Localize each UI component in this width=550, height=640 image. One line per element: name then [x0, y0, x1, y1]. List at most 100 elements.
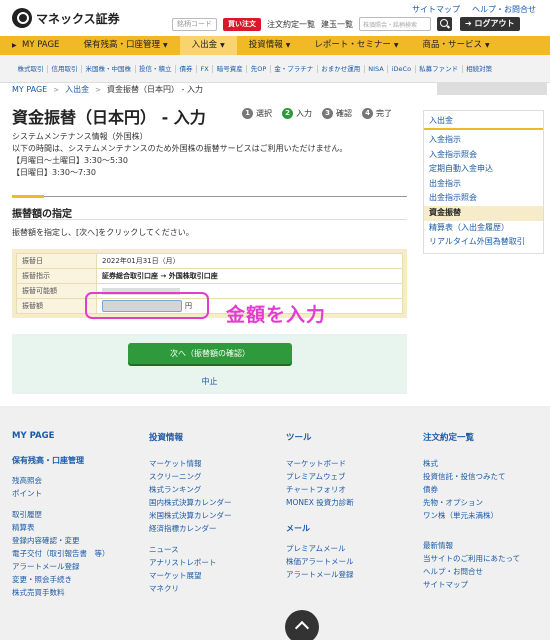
- breadcrumb-mypage[interactable]: MY PAGE: [12, 85, 47, 94]
- side-item-deposit-inquiry[interactable]: 入金指示照会: [429, 148, 538, 163]
- subnav-item[interactable]: 金・プラチナ: [271, 64, 318, 73]
- nav-item-investment-info[interactable]: 投資情報 ▼: [237, 36, 303, 55]
- footer-link[interactable]: プレミアムメール: [286, 542, 354, 555]
- side-item-deposit-order[interactable]: 入金指示: [429, 133, 538, 148]
- subnav-item[interactable]: 先OP: [247, 64, 271, 73]
- step-4: 4 完了: [362, 108, 392, 119]
- footer-link[interactable]: 株式: [423, 457, 520, 470]
- footer-heading[interactable]: MY PAGE: [12, 431, 110, 441]
- footer-link[interactable]: ポイント: [12, 487, 110, 500]
- code-input[interactable]: 銘柄コード: [172, 17, 217, 31]
- subnav-item[interactable]: 信用取引: [48, 64, 82, 73]
- footer-link[interactable]: 投資信託・投信つみたて: [423, 470, 520, 483]
- footer-link[interactable]: 経済指標カレンダー: [149, 522, 232, 535]
- footer-link[interactable]: 残高照会: [12, 474, 110, 487]
- footer-link[interactable]: プレミアムウェブ: [286, 470, 354, 483]
- side-item-fx-trade[interactable]: リアルタイム外国為替取引: [429, 235, 538, 250]
- nav-item-deposit[interactable]: 入出金 ▼: [179, 36, 237, 55]
- footer-link[interactable]: 電子交付（取引報告書 等）: [12, 547, 110, 560]
- sitemap-link[interactable]: サイトマップ: [412, 4, 460, 15]
- scroll-top-icon[interactable]: [285, 610, 319, 640]
- footer-link[interactable]: ヘルプ・お問合せ: [423, 565, 520, 578]
- footer-heading[interactable]: ツール: [286, 431, 354, 443]
- subnav-item[interactable]: 私募ファンド: [416, 64, 463, 73]
- help-link[interactable]: ヘルプ・お問合せ: [472, 4, 536, 15]
- side-item-transfer[interactable]: 資金振替: [424, 205, 543, 221]
- footer-heading[interactable]: 注文約定一覧: [423, 431, 520, 443]
- footer-link[interactable]: 債券: [423, 483, 520, 496]
- footer-col-mypage: MY PAGE 保有残高・口座管理 残高照会 ポイント 取引履歴 精算表 登録内…: [12, 431, 110, 599]
- footer-link[interactable]: 国内株式決算カレンダー: [149, 496, 232, 509]
- side-item-withdraw-inquiry[interactable]: 出金指示照会: [429, 191, 538, 206]
- next-button[interactable]: 次へ（振替額の確認）: [128, 343, 292, 364]
- table-row: 振替可能額: [16, 283, 403, 299]
- subnav-item[interactable]: 投信・積立: [136, 64, 176, 73]
- subnav-item[interactable]: おまかせ運用: [318, 64, 365, 73]
- step-2: 2 入力: [282, 108, 312, 119]
- side-item-statement[interactable]: 精算表（入出金履歴）: [429, 221, 538, 236]
- logo-icon: [12, 8, 32, 28]
- footer-link[interactable]: アラートメール登録: [12, 560, 110, 573]
- footer-link[interactable]: マーケット展望: [149, 569, 232, 582]
- nav-label: レポート・セミナー: [314, 40, 391, 50]
- footer-heading[interactable]: 投資情報: [149, 431, 232, 443]
- side-item-withdraw-order[interactable]: 出金指示: [429, 177, 538, 192]
- subnav-item[interactable]: 暗号資産: [213, 64, 248, 73]
- footer-subheading[interactable]: メール: [286, 523, 354, 534]
- footer-link[interactable]: ワン株（単元未満株）: [423, 509, 520, 522]
- footer-link[interactable]: マーケット情報: [149, 457, 232, 470]
- footer-link[interactable]: マネクリ: [149, 582, 232, 595]
- footer-link[interactable]: 精算表: [12, 521, 110, 534]
- step-number: 3: [322, 108, 333, 119]
- side-menu: 入出金 入金指示 入金指示照会 定期自動入金申込 出金指示 出金指示照会 資金振…: [423, 110, 544, 254]
- footer-link[interactable]: MONEX 投資力診断: [286, 496, 354, 509]
- footer-link[interactable]: スクリーニング: [149, 470, 232, 483]
- logout-button[interactable]: ➔ ログアウト: [460, 17, 520, 31]
- subnav-item[interactable]: 株式取引: [14, 64, 48, 73]
- caret-down-icon: ▼: [285, 42, 291, 49]
- subnav-item[interactable]: 債券: [176, 64, 197, 73]
- monex-logo[interactable]: マネックス証券: [12, 8, 120, 28]
- footer-link[interactable]: 株式ランキング: [149, 483, 232, 496]
- footer-link[interactable]: サイトマップ: [423, 578, 520, 591]
- buy-order-button[interactable]: 買い注文: [223, 17, 261, 31]
- subnav-item[interactable]: iDeCo: [388, 64, 416, 73]
- notice-hours-weekday: 【月曜日～土曜日】3:30～5:30: [12, 156, 128, 165]
- footer-link[interactable]: 最新情報: [423, 539, 520, 552]
- footer-link[interactable]: チャートフォリオ: [286, 483, 354, 496]
- subnav-item[interactable]: FX: [197, 64, 214, 73]
- footer-subheading[interactable]: 保有残高・口座管理: [12, 455, 110, 466]
- footer-link[interactable]: ニュース: [149, 543, 232, 556]
- footer-link[interactable]: 株価アラートメール: [286, 555, 354, 568]
- footer-link[interactable]: アナリストレポート: [149, 556, 232, 569]
- footer-link[interactable]: 米国株式決算カレンダー: [149, 509, 232, 522]
- date-value: 2022年01月31日（月）: [96, 253, 403, 269]
- footer-link[interactable]: 株式売買手数料: [12, 586, 110, 599]
- product-subnav: 株式取引 信用取引 米国株・中国株 投信・積立 債券 FX 暗号資産 先OP 金…: [0, 55, 550, 83]
- footer-link[interactable]: 登録内容確認・変更: [12, 534, 110, 547]
- breadcrumb-deposit[interactable]: 入出金: [65, 84, 89, 95]
- search-input[interactable]: 株価照会・銘柄検索: [359, 17, 431, 31]
- side-menu-head[interactable]: 入出金: [424, 111, 543, 130]
- direction-label: 振替指示: [16, 268, 97, 284]
- positions-link[interactable]: 建玉一覧: [321, 19, 353, 30]
- footer-link[interactable]: 先物・オプション: [423, 496, 520, 509]
- subnav-item[interactable]: 米国株・中国株: [82, 64, 136, 73]
- nav-item-reports[interactable]: レポート・セミナー ▼: [302, 36, 410, 55]
- nav-item-products[interactable]: 商品・サービス ▼: [411, 36, 502, 55]
- footer-link[interactable]: アラートメール登録: [286, 568, 354, 581]
- side-item-auto-deposit[interactable]: 定期自動入金申込: [429, 162, 538, 177]
- search-icon[interactable]: [437, 17, 452, 31]
- footer-link[interactable]: 当サイトのご利用にあたって: [423, 552, 520, 565]
- subnav-item[interactable]: 相続対策: [463, 65, 496, 73]
- caret-down-icon: ▼: [485, 42, 490, 49]
- nav-item-account[interactable]: 保有残高・口座管理 ▼: [71, 36, 179, 55]
- cancel-link[interactable]: 中止: [12, 376, 407, 387]
- nav-item-mypage[interactable]: MY PAGE: [0, 36, 71, 55]
- footer-link[interactable]: マーケットボード: [286, 457, 354, 470]
- footer-link[interactable]: 取引履歴: [12, 508, 110, 521]
- logout-label: ログアウト: [474, 19, 515, 28]
- footer-link[interactable]: 変更・照会手続き: [12, 573, 110, 586]
- order-list-link[interactable]: 注文約定一覧: [267, 19, 315, 30]
- subnav-item[interactable]: NISA: [365, 64, 389, 73]
